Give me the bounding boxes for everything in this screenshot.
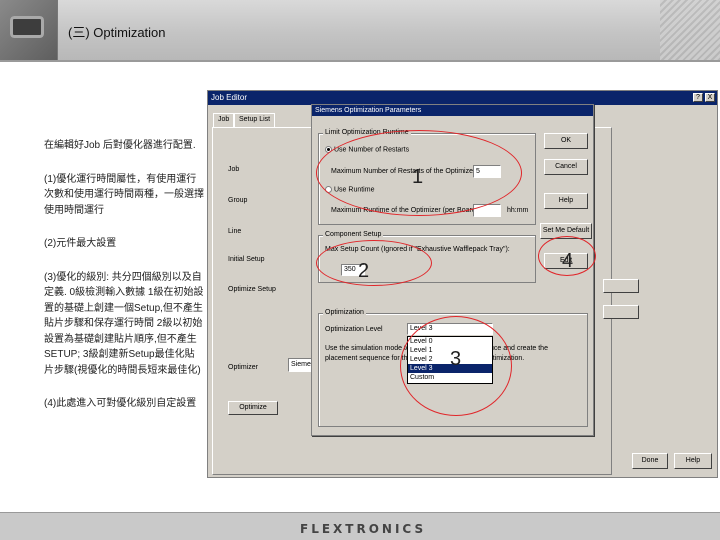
note-3: (3)優化的級別: 共分四個級別以及自定義. 0級檢測輸入數據 1級在初始設置的… — [44, 271, 204, 376]
note-2: (2)元件最大設置 — [44, 238, 117, 249]
optimize-setup-label: Optimize Setup — [228, 286, 276, 293]
max-runtime-unit: hh:mm — [507, 207, 529, 214]
note-4: (4)此處進入可對優化級別自定設置 — [44, 398, 197, 409]
job-editor-title: Job Editor — [208, 91, 717, 105]
component-group-title: Component Setup — [323, 231, 384, 238]
slide-footer: FLEXTRONICS — [0, 512, 720, 540]
initial-setup-label: Initial Setup — [228, 256, 265, 263]
annotation-number-2: 2 — [358, 260, 370, 282]
tab-job[interactable]: Job — [213, 113, 235, 127]
note-1: (1)優化運行時間屬性，有使用運行次數和使用運行時間兩種，一般選擇使用時間運行 — [44, 173, 204, 216]
side-button-a[interactable] — [603, 279, 639, 293]
tab-setup-list[interactable]: Setup List — [234, 113, 276, 127]
annotation-number-3: 3 — [450, 348, 462, 370]
help-title-button[interactable]: ? — [693, 93, 703, 102]
sop-help-button[interactable]: Help — [544, 193, 588, 209]
line-label: Line — [228, 228, 242, 235]
group-label: Group — [228, 197, 248, 204]
annotation-number-4: 4 — [562, 250, 574, 272]
slide-title: (三) Optimization — [68, 25, 166, 40]
notes-panel: 在編輯好Job 后對優化器進行配置. (1)優化運行時間屬性，有使用運行次數和使… — [44, 138, 204, 430]
header-decoration — [660, 0, 720, 60]
annotation-number-1: 1 — [412, 166, 424, 188]
flextronics-logo: FLEXTRONICS — [300, 522, 427, 536]
job-label: Job — [228, 166, 240, 173]
sop-ok-button[interactable]: OK — [544, 133, 588, 149]
projector-thumbnail — [0, 0, 58, 60]
optimizer-label: Optimizer — [228, 364, 258, 371]
level-label: Optimization Level — [325, 326, 383, 333]
optimize-button[interactable]: Optimize — [228, 401, 278, 415]
slide-header: (三) Optimization — [0, 0, 720, 62]
side-button-b[interactable] — [603, 305, 639, 319]
annotation-ellipse-2 — [316, 240, 432, 286]
note-intro: 在編輯好Job 后對優化器進行配置. — [44, 140, 196, 151]
sop-cancel-button[interactable]: Cancel — [544, 159, 588, 175]
close-title-button[interactable]: X — [705, 93, 715, 102]
sop-title: Siemens Optimization Parameters — [312, 105, 593, 116]
done-button[interactable]: Done — [632, 453, 668, 469]
job-help-button[interactable]: Help — [674, 453, 712, 469]
optimization-group-title: Optimization — [323, 309, 366, 316]
